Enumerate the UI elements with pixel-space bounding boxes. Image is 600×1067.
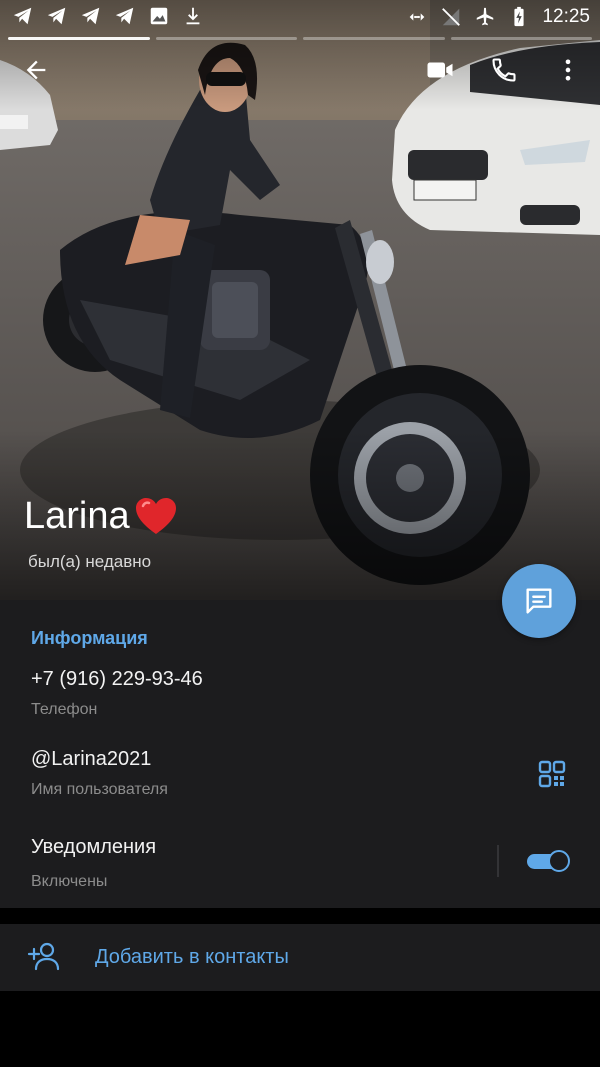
phone-number[interactable]: +7 (916) 229-93-46 xyxy=(31,666,203,692)
back-button[interactable] xyxy=(12,46,60,94)
username[interactable]: @Larina2021 xyxy=(31,746,151,772)
notifications-title[interactable]: Уведомления xyxy=(31,834,156,860)
download-icon xyxy=(186,7,200,25)
battery-charging-icon xyxy=(514,6,525,27)
info-section: Информация +7 (916) 229-93-46 Телефон @L… xyxy=(0,600,600,908)
telegram-icon xyxy=(115,7,134,25)
notifications-status: Включены xyxy=(31,873,108,890)
back-arrow-icon xyxy=(26,60,46,80)
telegram-icon xyxy=(81,7,100,25)
profile-name-text: Larina xyxy=(24,495,130,537)
section-title: Информация xyxy=(31,628,148,648)
call-button[interactable] xyxy=(480,46,528,94)
no-signal-icon xyxy=(442,8,461,26)
notifications-toggle[interactable] xyxy=(527,850,571,872)
qr-code-icon[interactable] xyxy=(538,760,566,788)
video-call-icon xyxy=(427,62,453,78)
last-seen-status: был(а) недавно xyxy=(28,552,152,571)
photo-progress-segment xyxy=(8,37,150,40)
telegram-icon xyxy=(13,7,32,25)
divider xyxy=(497,845,499,877)
photo-progress-indicator xyxy=(8,37,592,40)
phone-label: Телефон xyxy=(31,701,98,718)
airplane-icon xyxy=(477,7,494,26)
username-label: Имя пользователя xyxy=(31,781,168,798)
more-options-button[interactable] xyxy=(544,46,592,94)
video-call-button[interactable] xyxy=(416,46,464,94)
profile-name: Larina xyxy=(24,490,178,542)
message-icon xyxy=(526,588,552,614)
photo-progress-segment xyxy=(155,37,297,40)
send-message-button[interactable] xyxy=(502,564,576,638)
data-saver-icon xyxy=(410,13,425,21)
more-vertical-icon xyxy=(565,59,571,81)
photo-progress-segment xyxy=(450,37,592,40)
add-user-icon xyxy=(27,942,60,971)
image-icon xyxy=(150,7,168,25)
toolbar xyxy=(0,46,600,94)
add-contact-button[interactable]: Добавить в контакты xyxy=(0,924,600,991)
status-bar: 12:25 xyxy=(0,0,600,34)
clock: 12:25 xyxy=(542,6,590,27)
phone-icon xyxy=(492,58,516,82)
photo-progress-segment xyxy=(303,37,445,40)
add-contact-label: Добавить в контакты xyxy=(95,946,289,968)
heart-emoji-icon xyxy=(135,498,176,534)
telegram-icon xyxy=(47,7,66,25)
